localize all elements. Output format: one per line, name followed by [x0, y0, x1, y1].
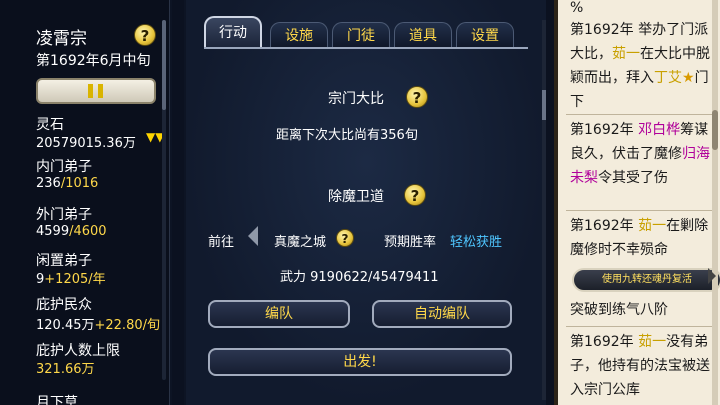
spirit-stone-label: 灵石: [36, 117, 64, 133]
goto-label: 前往: [208, 235, 235, 250]
tab-bar: 行动 设施 门徒 道具 设置: [204, 16, 524, 50]
spirit-stone-value: 20579015.36万: [36, 136, 136, 151]
contest-help-icon[interactable]: ?: [406, 86, 428, 108]
expand-arrow-icon[interactable]: [708, 268, 716, 284]
protection-cap-value: 321.66万: [36, 362, 95, 377]
city-help-icon[interactable]: ?: [336, 229, 354, 247]
frame-divider: [172, 0, 184, 405]
log-entry: 突破到练气八阶: [570, 302, 668, 318]
pause-icon: [88, 84, 93, 98]
depart-button[interactable]: 出发!: [208, 348, 512, 376]
protected-people-label: 庇护民众: [36, 297, 92, 313]
demon-help-icon[interactable]: ?: [404, 184, 426, 206]
sect-name: 凌霄宗: [36, 29, 87, 49]
log-divider: [566, 326, 718, 327]
log-cut-text: %: [570, 0, 584, 16]
log-divider: [566, 114, 718, 115]
protection-cap-label: 庇护人数上限: [36, 343, 120, 359]
help-icon[interactable]: ?: [134, 24, 156, 46]
log-entry: 第1692年 举办了门派大比，茹一在大比中脱颖而出，拜入丁艾★门下: [570, 22, 710, 110]
log-scrollbar[interactable]: [712, 0, 718, 405]
tab-settings[interactable]: 设置: [456, 22, 514, 48]
frame-divider-right: [546, 0, 554, 405]
contest-title: 宗门大比: [328, 91, 384, 107]
current-date: 第1692年6月中旬: [36, 53, 151, 69]
protected-people-value: 120.45万+22.80/旬: [36, 318, 160, 333]
prev-target-arrow-icon[interactable]: [248, 226, 258, 246]
outer-disciples-label: 外门弟子: [36, 207, 92, 223]
log-scroll-thumb[interactable]: [712, 110, 718, 150]
formation-button[interactable]: 编队: [208, 300, 350, 328]
sect-status-panel: 凌霄宗 ? 第1692年6月中旬 灵石 20579015.36万 ▼▼ 内门弟子…: [0, 0, 170, 405]
pause-icon-bar: [98, 84, 103, 98]
log-entry: 第1692年 茹一在剿除魔修时不幸殒命: [570, 218, 709, 258]
tab-underline: [204, 47, 528, 49]
auto-formation-button[interactable]: 自动编队: [372, 300, 512, 328]
log-divider: [566, 210, 718, 211]
action-panel: 行动 设施 门徒 道具 设置 宗门大比 ? 距离下次大比尚有356旬 除魔卫道 …: [186, 0, 546, 405]
demon-title: 除魔卫道: [328, 189, 384, 205]
win-rate-value: 轻松获胜: [450, 235, 503, 250]
inner-disciples-label: 内门弟子: [36, 159, 92, 175]
scroll-thumb[interactable]: [162, 20, 166, 110]
log-entry: 第1692年 邓白桦筹谋良久，伏击了魔修归海未梨令其受了伤: [570, 122, 710, 186]
target-city: 真魔之城: [274, 235, 327, 250]
log-entry: 第1692年 茹一没有弟子，他持有的法宝被送入宗门公库: [570, 334, 710, 398]
tab-action[interactable]: 行动: [204, 16, 262, 48]
win-rate-label: 预期胜率: [384, 235, 437, 250]
moon-grass-label: 月下草: [36, 395, 78, 405]
tab-facilities[interactable]: 设施: [270, 22, 328, 48]
outer-disciples-value: 4599/4600: [36, 224, 107, 239]
idle-disciples-label: 闲置弟子: [36, 253, 92, 269]
idle-disciples-value: 9+1205/年: [36, 272, 106, 287]
force-value: 武力 9190622/45479411: [280, 270, 439, 285]
contest-countdown: 距离下次大比尚有356旬: [276, 128, 418, 143]
event-log-panel: % 第1692年 举办了门派大比，茹一在大比中脱颖而出，拜入丁艾★门下 第169…: [554, 0, 720, 405]
revive-button[interactable]: 使用九转还魂丹复活: [572, 268, 720, 292]
inner-disciples-value: 236/1016: [36, 176, 99, 191]
left-scrollbar[interactable]: [162, 20, 166, 380]
tab-disciples[interactable]: 门徒: [332, 22, 390, 48]
pause-button[interactable]: [36, 78, 156, 104]
tab-items[interactable]: 道具: [394, 22, 452, 48]
